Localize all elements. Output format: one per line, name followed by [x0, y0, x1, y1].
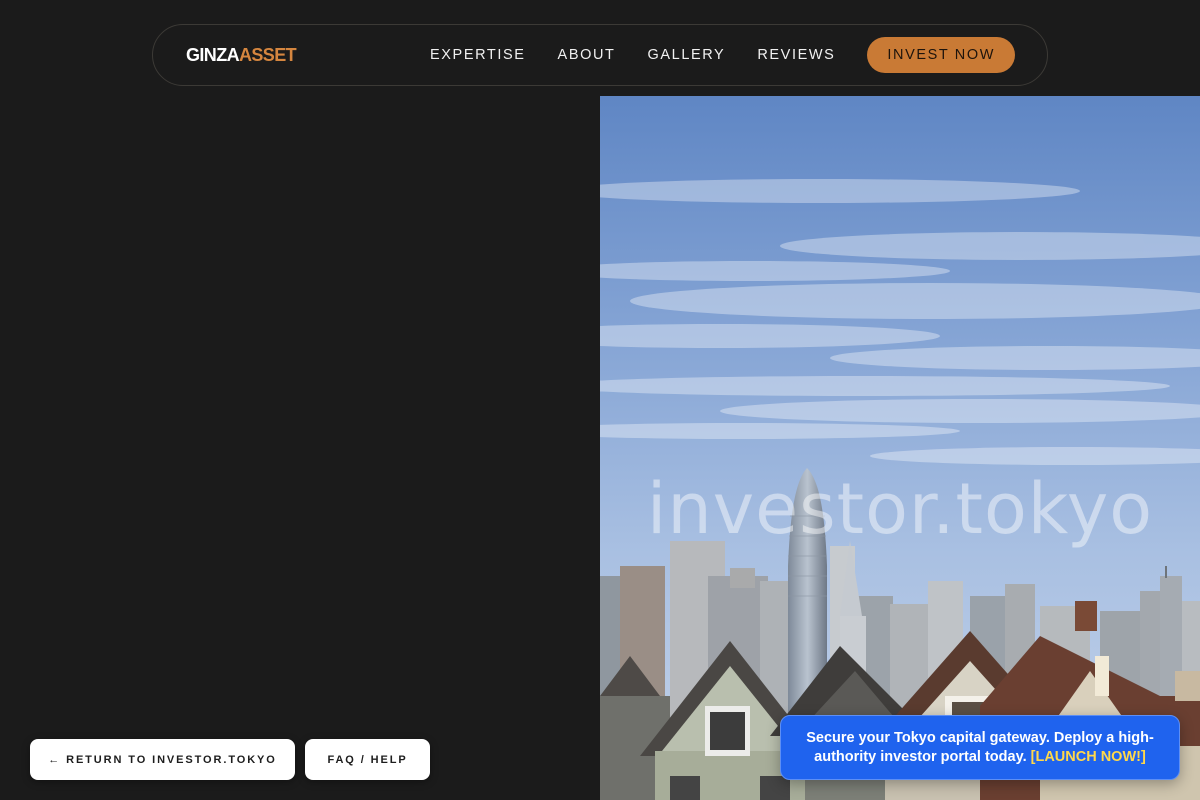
return-to-site-button[interactable]: ← RETURN TO INVESTOR.TOKYO	[30, 739, 295, 780]
nav-link-expertise[interactable]: EXPERTISE	[430, 47, 526, 63]
nav-link-gallery[interactable]: GALLERY	[648, 47, 726, 63]
logo-text-accent: ASSET	[239, 44, 297, 65]
main-nav: EXPERTISE ABOUT GALLERY REVIEWS INVEST N…	[430, 37, 1015, 73]
nav-link-about[interactable]: ABOUT	[558, 47, 616, 63]
logo-text-primary: GINZA	[186, 44, 240, 65]
top-navbar: GINZA ASSET EXPERTISE ABOUT GALLERY REVI…	[152, 24, 1048, 86]
faq-help-button[interactable]: FAQ / HELP	[305, 739, 430, 780]
promo-message: Secure your Tokyo capital gateway. Deplo…	[799, 729, 1161, 767]
invest-now-button[interactable]: INVEST NOW	[867, 37, 1015, 73]
brand-logo[interactable]: GINZA ASSET	[186, 44, 297, 66]
promo-banner[interactable]: Secure your Tokyo capital gateway. Deplo…	[780, 715, 1180, 780]
nav-link-reviews[interactable]: REVIEWS	[757, 47, 835, 63]
hero-image: investor.tokyo	[600, 96, 1200, 800]
launch-now-link[interactable]: [LAUNCH NOW!]	[1031, 749, 1146, 765]
city-skyline-image	[600, 96, 1200, 800]
